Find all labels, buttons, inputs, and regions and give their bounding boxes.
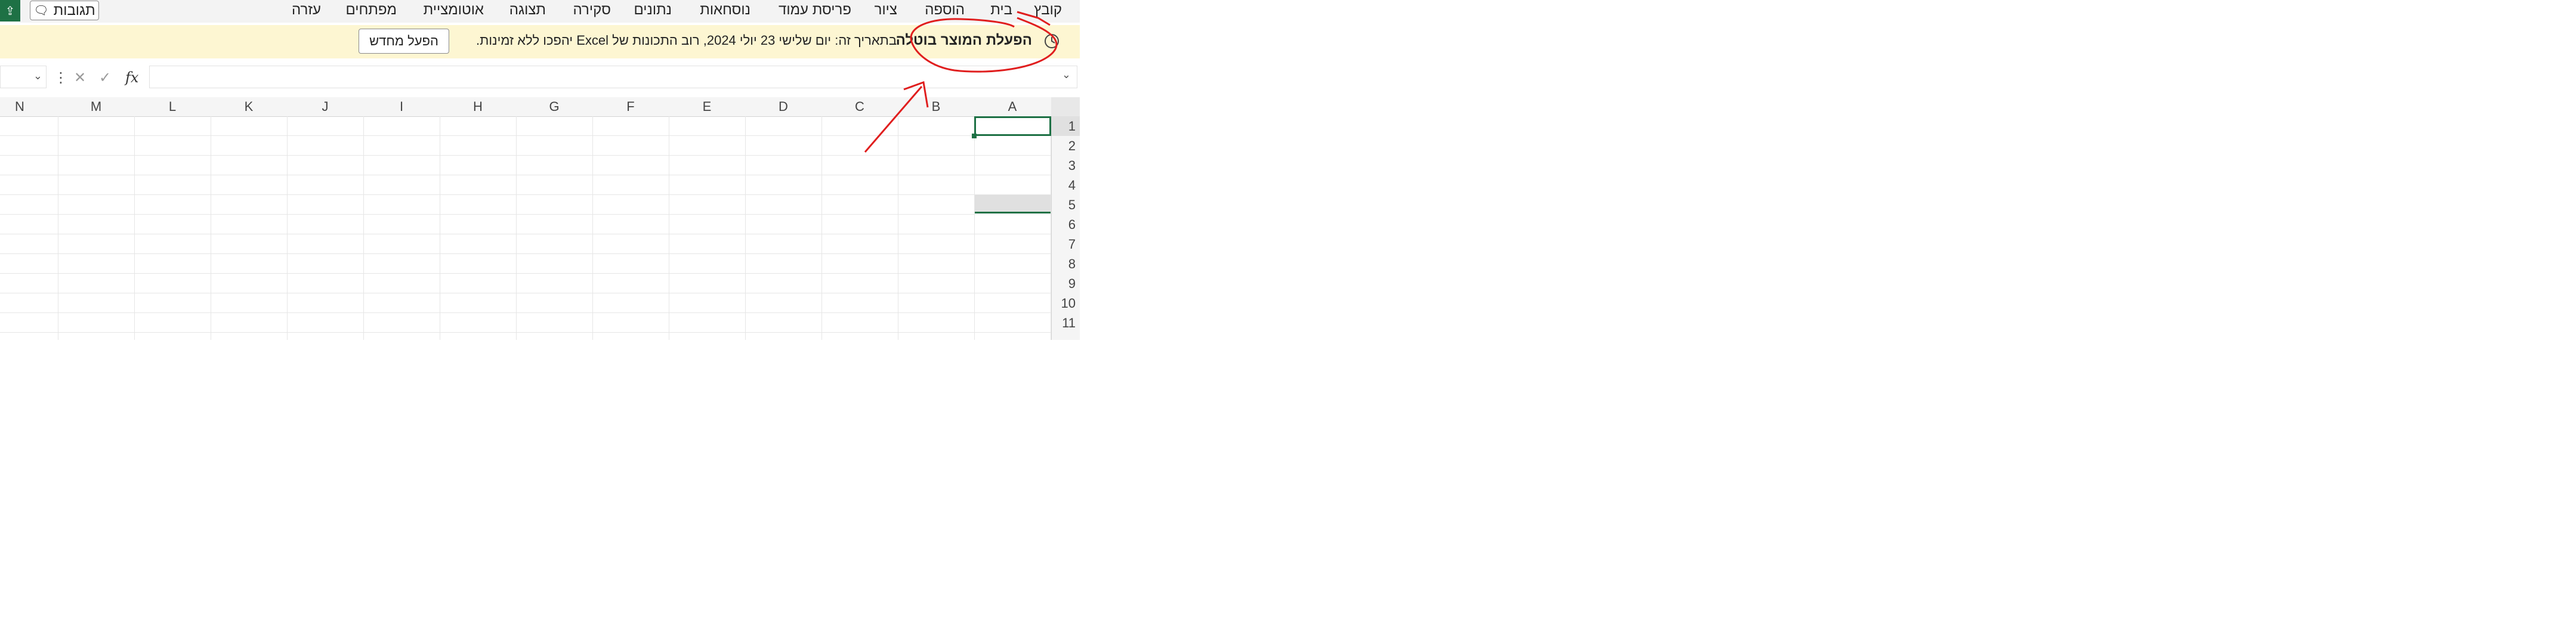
cell-grid[interactable]	[0, 116, 1051, 340]
share-button[interactable]: ⇪	[0, 0, 20, 21]
row-header-1[interactable]: 1	[1068, 119, 1076, 134]
comments-label: תגובות	[53, 2, 95, 18]
name-box[interactable]: ⌄	[0, 66, 47, 88]
row-header-7[interactable]: 7	[1068, 237, 1076, 252]
row-header-5[interactable]: 5	[1068, 197, 1076, 213]
row-header-8[interactable]: 8	[1068, 256, 1076, 272]
menu-home[interactable]: בית	[990, 2, 1012, 18]
menu-help[interactable]: עזרה	[292, 2, 321, 18]
column-header-e[interactable]: E	[695, 99, 719, 114]
menu-page-layout[interactable]: פריסת עמוד	[779, 2, 851, 18]
menu-formulas[interactable]: נוסחאות	[700, 2, 750, 18]
row-header-11[interactable]: 11	[1062, 315, 1076, 331]
warning-clock-icon	[1045, 34, 1059, 48]
column-header-l[interactable]: L	[160, 99, 184, 114]
column-header-d[interactable]: D	[771, 99, 795, 114]
column-header-c[interactable]: C	[848, 99, 872, 114]
enter-icon[interactable]: ✓	[99, 69, 111, 86]
chevron-down-icon[interactable]: ⌄	[33, 70, 42, 82]
column-header-b[interactable]: B	[924, 99, 948, 114]
row-header-9[interactable]: 9	[1068, 276, 1076, 292]
row-header-3[interactable]: 3	[1068, 158, 1076, 174]
comment-icon: 🗨	[33, 4, 49, 17]
column-header-h[interactable]: H	[466, 99, 490, 114]
fill-handle[interactable]	[972, 134, 977, 138]
activation-banner: הפעלת המוצר בוטלה בתאריך זה: יום שלישי 2…	[0, 25, 1080, 58]
column-header-i[interactable]: I	[390, 99, 413, 114]
column-header-n[interactable]: N	[8, 99, 32, 114]
menu-bar: ⇪ תגובות 🗨 קובץ בית הוספה ציור פריסת עמו…	[0, 0, 1080, 23]
menu-developer[interactable]: מפתחים	[345, 2, 397, 18]
formula-input[interactable]: ⌄	[149, 66, 1077, 88]
menu-insert[interactable]: הוספה	[925, 2, 965, 18]
column-header-f[interactable]: F	[619, 99, 643, 114]
menu-data[interactable]: נתונים	[634, 2, 672, 18]
select-all-corner[interactable]	[1051, 97, 1080, 116]
column-header-m[interactable]: M	[84, 99, 108, 114]
insert-function-icon[interactable]: fx	[125, 69, 138, 86]
column-header-a[interactable]: A	[1000, 99, 1024, 114]
menu-automate[interactable]: אוטומציית	[424, 2, 484, 18]
expand-formula-chevron-icon[interactable]: ⌄	[1062, 69, 1071, 81]
menu-draw[interactable]: ציור	[875, 2, 897, 18]
row-header-6[interactable]: 6	[1068, 217, 1076, 233]
more-options-icon[interactable]: ⋮	[54, 69, 68, 86]
row-headers: 1 2 3 4 5 6 7 8 9 10 11	[1051, 116, 1080, 340]
row-header-2[interactable]: 2	[1068, 138, 1076, 154]
menu-view[interactable]: תצוגה	[509, 2, 546, 18]
excel-window: ⇪ תגובות 🗨 קובץ בית הוספה ציור פריסת עמו…	[0, 0, 1080, 340]
column-header-g[interactable]: G	[542, 99, 566, 114]
banner-title: הפעלת המוצר בוטלה	[895, 32, 1032, 48]
column-header-k[interactable]: K	[237, 99, 261, 114]
share-icon: ⇪	[5, 4, 16, 18]
comments-button[interactable]: תגובות 🗨	[30, 1, 99, 20]
formula-bar: ⌄ ⋮ ✕ ✓ fx ⌄	[0, 66, 1080, 89]
row-header-10[interactable]: 10	[1061, 296, 1076, 311]
column-header-j[interactable]: J	[313, 99, 337, 114]
reactivate-button[interactable]: הפעל מחדש	[359, 29, 449, 54]
cancel-icon[interactable]: ✕	[74, 69, 86, 86]
column-headers: A B C D E F G H I J K L M N	[0, 97, 1080, 213]
banner-message: בתאריך זה: יום שלישי 23 יולי 2024, רוב ה…	[476, 33, 897, 48]
menu-review[interactable]: סקירה	[573, 2, 611, 18]
menu-file[interactable]: קובץ	[1034, 2, 1062, 18]
selected-cell-a1[interactable]	[974, 116, 1051, 136]
row-header-4[interactable]: 4	[1068, 178, 1076, 193]
